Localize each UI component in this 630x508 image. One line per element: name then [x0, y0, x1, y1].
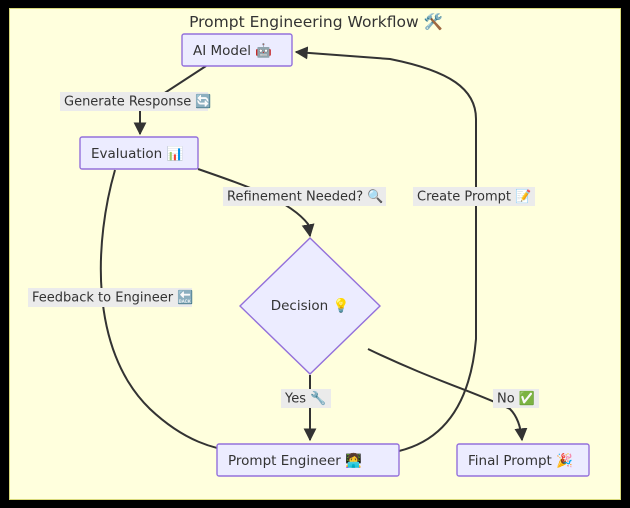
node-evaluation[interactable]: Evaluation 📊: [79, 136, 199, 170]
edge-label-generate-response-text: Generate Response 🔄: [64, 94, 212, 110]
node-decision[interactable]: Decision 💡: [238, 237, 382, 375]
edge-evaluation-to-prompt-engineer: [99, 169, 240, 457]
edge-label-refinement-needed-text: Refinement Needed? 🔍: [227, 188, 383, 205]
node-ai-model[interactable]: AI Model 🤖: [181, 33, 293, 67]
diagram-frame: Prompt Engineering Workflow 🛠️ Generate …: [0, 0, 630, 508]
edge-label-generate-response: Generate Response 🔄: [60, 92, 212, 111]
flowchart-svg: Prompt Engineering Workflow 🛠️ Generate …: [28, 12, 590, 477]
diagram-title: Prompt Engineering Workflow 🛠️: [189, 12, 443, 31]
node-final-prompt-label: Final Prompt 🎉: [468, 452, 573, 469]
edge-label-feedback-to-engineer-text: Feedback to Engineer 🔙: [32, 290, 193, 306]
node-decision-label: Decision 💡: [271, 297, 350, 314]
edge-label-create-prompt-text: Create Prompt 📝: [417, 189, 531, 205]
node-ai-model-label: AI Model 🤖: [193, 42, 272, 59]
node-prompt-engineer-label: Prompt Engineer 👩‍💻: [228, 452, 362, 469]
edge-label-feedback-to-engineer: Feedback to Engineer 🔙: [28, 288, 193, 307]
diagram-canvas: Prompt Engineering Workflow 🛠️ Generate …: [9, 8, 621, 500]
edge-label-refinement-needed: Refinement Needed? 🔍: [223, 187, 386, 206]
node-evaluation-label: Evaluation 📊: [91, 145, 184, 162]
edge-label-no: No ✅: [493, 389, 539, 408]
edge-label-create-prompt: Create Prompt 📝: [413, 187, 535, 206]
edge-label-no-text: No ✅: [497, 391, 535, 407]
edge-label-yes: Yes 🔧: [281, 389, 331, 408]
node-prompt-engineer[interactable]: Prompt Engineer 👩‍💻: [216, 443, 400, 477]
node-final-prompt[interactable]: Final Prompt 🎉: [456, 443, 590, 477]
edge-label-yes-text: Yes 🔧: [284, 390, 326, 407]
